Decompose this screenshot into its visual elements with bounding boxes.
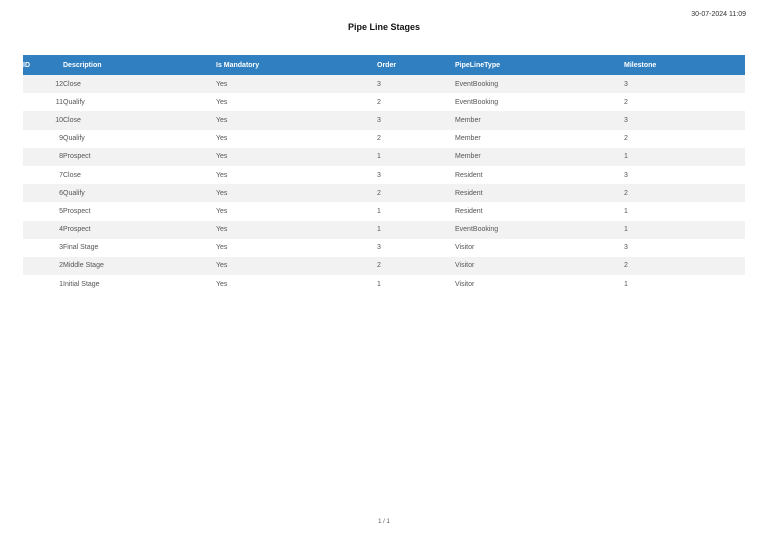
table-row: 3 Final Stage Yes 3 Visitor 3 — [23, 238, 745, 257]
cell-is-mandatory: Yes — [216, 129, 377, 148]
table-row: 10 Close Yes 3 Member 3 — [23, 111, 745, 130]
cell-milestone: 1 — [624, 220, 745, 239]
cell-order: 2 — [377, 184, 455, 203]
cell-description: Close — [63, 75, 216, 94]
table-header-row: ID Description Is Mandatory Order PipeLi… — [23, 55, 745, 75]
cell-milestone: 3 — [624, 165, 745, 185]
table-row: 7 Close Yes 3 Resident 3 — [23, 165, 745, 185]
cell-description: Initial Stage — [63, 275, 216, 294]
cell-id: 3 — [23, 238, 63, 257]
cell-milestone: 3 — [624, 75, 745, 94]
column-header-description: Description — [63, 55, 216, 75]
cell-id: 7 — [23, 165, 63, 185]
column-header-order: Order — [377, 55, 455, 75]
cell-pipeline-type: Visitor — [455, 238, 624, 257]
cell-id: 8 — [23, 147, 63, 166]
table-row: 2 Middle Stage Yes 2 Visitor 2 — [23, 256, 745, 276]
cell-pipeline-type: Resident — [455, 184, 624, 203]
cell-order: 1 — [377, 220, 455, 239]
cell-description: Qualify — [63, 129, 216, 148]
cell-description: Final Stage — [63, 238, 216, 257]
cell-order: 3 — [377, 75, 455, 94]
cell-order: 3 — [377, 165, 455, 185]
cell-description: Middle Stage — [63, 256, 216, 276]
cell-id: 6 — [23, 184, 63, 203]
cell-pipeline-type: Visitor — [455, 256, 624, 276]
cell-pipeline-type: Member — [455, 111, 624, 130]
cell-is-mandatory: Yes — [216, 202, 377, 221]
cell-milestone: 1 — [624, 275, 745, 294]
column-header-milestone: Milestone — [624, 55, 745, 75]
cell-id: 1 — [23, 275, 63, 294]
cell-description: Close — [63, 165, 216, 185]
report-timestamp: 30-07-2024 11:09 — [691, 11, 746, 18]
pipeline-stages-table: ID Description Is Mandatory Order PipeLi… — [23, 55, 745, 294]
column-header-id: ID — [23, 55, 63, 75]
cell-is-mandatory: Yes — [216, 184, 377, 203]
cell-milestone: 2 — [624, 93, 745, 112]
cell-milestone: 1 — [624, 147, 745, 166]
table-row: 6 Qualify Yes 2 Resident 2 — [23, 184, 745, 203]
column-header-is-mandatory: Is Mandatory — [216, 55, 377, 75]
cell-is-mandatory: Yes — [216, 75, 377, 94]
table-row: 1 Initial Stage Yes 1 Visitor 1 — [23, 275, 745, 294]
cell-description: Qualify — [63, 184, 216, 203]
cell-description: Qualify — [63, 93, 216, 112]
column-header-pipeline-type: PipeLineType — [455, 55, 624, 75]
cell-pipeline-type: Visitor — [455, 275, 624, 294]
cell-milestone: 2 — [624, 129, 745, 148]
cell-pipeline-type: Member — [455, 129, 624, 148]
page-indicator: 1 / 1 — [378, 519, 390, 525]
cell-is-mandatory: Yes — [216, 256, 377, 276]
cell-order: 2 — [377, 256, 455, 276]
cell-milestone: 2 — [624, 256, 745, 276]
cell-milestone: 3 — [624, 238, 745, 257]
cell-is-mandatory: Yes — [216, 165, 377, 185]
cell-milestone: 2 — [624, 184, 745, 203]
cell-id: 4 — [23, 220, 63, 239]
table-row: 5 Prospect Yes 1 Resident 1 — [23, 202, 745, 221]
cell-pipeline-type: EventBooking — [455, 75, 624, 94]
cell-pipeline-type: Resident — [455, 202, 624, 221]
report-title: Pipe Line Stages — [347, 22, 421, 32]
cell-id: 11 — [23, 93, 63, 112]
cell-pipeline-type: EventBooking — [455, 220, 624, 239]
cell-is-mandatory: Yes — [216, 111, 377, 130]
table-row: 12 Close Yes 3 EventBooking 3 — [23, 75, 745, 94]
cell-description: Prospect — [63, 202, 216, 221]
cell-description: Prospect — [63, 147, 216, 166]
cell-is-mandatory: Yes — [216, 238, 377, 257]
table-row: 11 Qualify Yes 2 EventBooking 2 — [23, 93, 745, 112]
cell-milestone: 3 — [624, 111, 745, 130]
cell-is-mandatory: Yes — [216, 93, 377, 112]
cell-description: Prospect — [63, 220, 216, 239]
cell-is-mandatory: Yes — [216, 220, 377, 239]
table-row: 8 Prospect Yes 1 Member 1 — [23, 147, 745, 166]
cell-is-mandatory: Yes — [216, 147, 377, 166]
cell-id: 9 — [23, 129, 63, 148]
cell-id: 2 — [23, 256, 63, 276]
cell-milestone: 1 — [624, 202, 745, 221]
cell-pipeline-type: Member — [455, 147, 624, 166]
cell-description: Close — [63, 111, 216, 130]
cell-order: 1 — [377, 275, 455, 294]
table-row: 4 Prospect Yes 1 EventBooking 1 — [23, 220, 745, 239]
cell-pipeline-type: EventBooking — [455, 93, 624, 112]
cell-is-mandatory: Yes — [216, 275, 377, 294]
cell-order: 2 — [377, 93, 455, 112]
cell-order: 1 — [377, 147, 455, 166]
cell-id: 12 — [23, 75, 63, 94]
cell-id: 5 — [23, 202, 63, 221]
table-row: 9 Qualify Yes 2 Member 2 — [23, 129, 745, 148]
cell-order: 3 — [377, 238, 455, 257]
cell-pipeline-type: Resident — [455, 165, 624, 185]
cell-order: 1 — [377, 202, 455, 221]
cell-order: 2 — [377, 129, 455, 148]
cell-order: 3 — [377, 111, 455, 130]
cell-id: 10 — [23, 111, 63, 130]
